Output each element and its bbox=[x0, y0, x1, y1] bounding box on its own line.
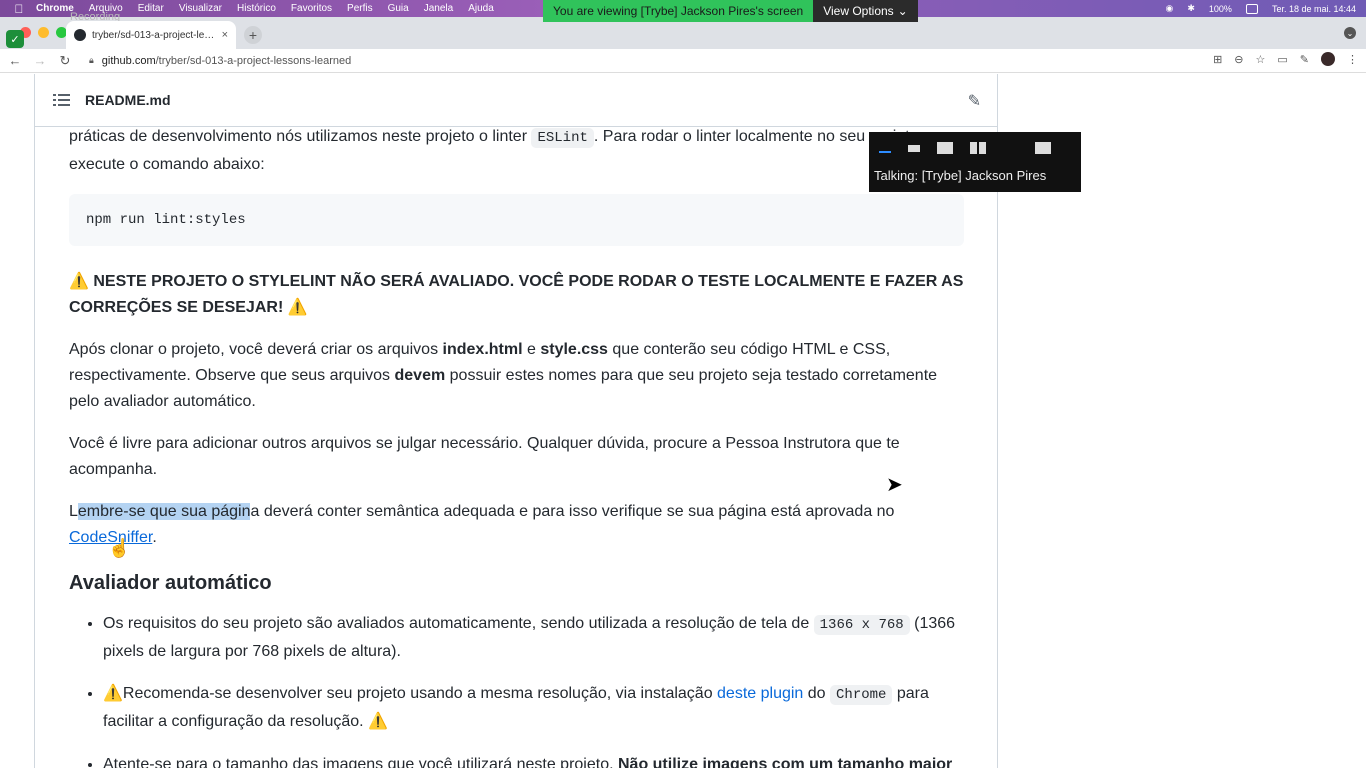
menu-visualizar[interactable]: Visualizar bbox=[179, 3, 222, 14]
forward-arrow-icon[interactable]: → bbox=[30, 51, 50, 71]
list-item: ⚠️Recomenda-se desenvolver seu projeto u… bbox=[103, 681, 964, 734]
menu-favoritos[interactable]: Favoritos bbox=[291, 3, 332, 14]
inline-code-eslint: ESLint bbox=[531, 128, 594, 148]
apple-icon[interactable]:  bbox=[12, 2, 26, 16]
readme-header: README.md ✎ bbox=[35, 74, 997, 127]
view-options-label: View Options bbox=[823, 4, 894, 18]
address-bar: ← → ↻ 🔒︎ github.com/tryber/sd-013-a-proj… bbox=[0, 49, 1366, 73]
list-text: Recomenda-se desenvolver seu projeto usa… bbox=[122, 685, 718, 703]
reload-icon[interactable]: ↻ bbox=[55, 51, 75, 71]
browser-tab-active[interactable]: tryber/sd-013-a-project-lesso × bbox=[66, 21, 236, 49]
recording-shield-icon: ✓ bbox=[6, 30, 24, 48]
bold-index-html: index.html bbox=[442, 341, 523, 359]
back-arrow-icon[interactable]: ← bbox=[5, 51, 25, 71]
translate-icon[interactable]: ⊞ bbox=[1213, 53, 1222, 66]
tab-search-icon[interactable]: ⌄ bbox=[1344, 27, 1356, 39]
battery-icon[interactable] bbox=[1245, 3, 1258, 14]
paragraph-text: a deverá conter semântica adequada e par… bbox=[250, 503, 895, 521]
requirements-list: Os requisitos do seu projeto são avaliad… bbox=[69, 611, 964, 768]
battery-percent: 100% bbox=[1208, 3, 1232, 14]
menu-app-name[interactable]: Chrome bbox=[36, 3, 74, 14]
paragraph-text: L bbox=[69, 503, 78, 521]
warning-icon: ⚠️ bbox=[368, 712, 388, 730]
menu-historico[interactable]: Histórico bbox=[237, 3, 276, 14]
readme-filename: README.md bbox=[85, 92, 171, 108]
paragraph-text: e bbox=[522, 341, 541, 359]
url-path: /tryber/sd-013-a-project-lessons-learned bbox=[155, 54, 352, 67]
minimize-window-button[interactable] bbox=[38, 27, 49, 38]
share-banner-text: You are viewing [Trybe] Jackson Pires's … bbox=[543, 0, 814, 22]
warning-icon: ⚠️ bbox=[69, 273, 89, 291]
menu-janela[interactable]: Janela bbox=[424, 3, 453, 14]
warning-heading: ⚠️ NESTE PROJETO O STYLELINT NÃO SERÁ AV… bbox=[69, 269, 964, 320]
paragraph-text: Após clonar o projeto, você deverá criar… bbox=[69, 341, 443, 359]
list-item: Os requisitos do seu projeto são avaliad… bbox=[103, 611, 964, 664]
chevron-down-icon: ⌄ bbox=[897, 4, 908, 18]
pointer-cursor-icon: ➤ bbox=[886, 474, 903, 496]
inline-code-chrome: Chrome bbox=[830, 685, 893, 706]
list-text: Os requisitos do seu projeto são avaliad… bbox=[103, 615, 814, 633]
menu-ajuda[interactable]: Ajuda bbox=[468, 3, 494, 14]
wifi-icon[interactable]: ◉ bbox=[1166, 3, 1174, 14]
status-area: ◉ ✱ 100% Ter. 18 de mai. 14:44 bbox=[1166, 0, 1356, 17]
paragraph-files: Após clonar o projeto, você deverá criar… bbox=[69, 337, 964, 414]
github-icon bbox=[74, 29, 86, 41]
page-content: README.md ✎ práticas de desenvolvimento … bbox=[0, 74, 1366, 768]
paragraph-text: práticas de desenvolvimento nós utilizam… bbox=[69, 128, 532, 145]
zoom-icon[interactable]: ⊖ bbox=[1234, 53, 1243, 66]
url-field[interactable]: 🔒︎ github.com/tryber/sd-013-a-project-le… bbox=[89, 55, 351, 67]
talking-indicator: Talking: [Trybe] Jackson Pires bbox=[874, 168, 1047, 183]
url-domain: github.com bbox=[101, 54, 156, 67]
plugin-link[interactable]: deste plugin bbox=[717, 685, 803, 702]
bold-images-warning: Não utilize imagens com um tamanho maior bbox=[617, 755, 953, 768]
heading-avaliador: Avaliador automático bbox=[69, 571, 272, 594]
cast-icon[interactable]: ▭ bbox=[1277, 53, 1287, 66]
view-small-icon[interactable] bbox=[908, 144, 920, 152]
view-mode-switcher bbox=[869, 132, 1081, 164]
view-float-icon[interactable] bbox=[1035, 142, 1051, 154]
bold-devem: devem bbox=[394, 366, 446, 384]
lock-icon[interactable]: 🔒︎ bbox=[89, 55, 94, 66]
view-strip-icon[interactable] bbox=[879, 151, 891, 153]
hand-cursor-icon: ☝ bbox=[108, 538, 131, 558]
list-text: Atente-se para o tamanho das imagens que… bbox=[103, 755, 618, 768]
view-large-icon[interactable] bbox=[937, 142, 953, 154]
bookmark-star-icon[interactable]: ☆ bbox=[1256, 53, 1266, 66]
toolbar-icons: ⊞ ⊖ ☆ ▭ ✎ ⋮ bbox=[1213, 52, 1358, 66]
inline-code-resolution: 1366 x 768 bbox=[813, 615, 910, 636]
code-block[interactable]: npm run lint:styles bbox=[69, 194, 964, 247]
menu-guia[interactable]: Guia bbox=[388, 3, 409, 14]
window-controls bbox=[20, 27, 67, 38]
menu-perfis[interactable]: Perfis bbox=[347, 3, 373, 14]
warning-text: NESTE PROJETO O STYLELINT NÃO SERÁ AVALI… bbox=[69, 273, 964, 316]
edit-pencil-icon[interactable]: ✎ bbox=[968, 91, 981, 111]
screen-share-banner: You are viewing [Trybe] Jackson Pires's … bbox=[543, 0, 918, 22]
table-of-contents-icon[interactable] bbox=[53, 93, 71, 107]
list-item: Atente-se para o tamanho das imagens que… bbox=[103, 752, 964, 768]
paragraph-text: . bbox=[152, 528, 157, 546]
warning-icon: ⚠️ bbox=[103, 685, 123, 703]
view-options-button[interactable]: View Options ⌄ bbox=[813, 0, 918, 22]
video-call-overlay[interactable]: Talking: [Trybe] Jackson Pires bbox=[869, 132, 1081, 192]
extensions-icon[interactable]: ✎ bbox=[1300, 53, 1309, 66]
code-block-text: npm run lint:styles bbox=[86, 212, 246, 229]
more-menu-icon[interactable]: ⋮ bbox=[1347, 53, 1358, 66]
paragraph-free-files: Você é livre para adicionar outros arqui… bbox=[69, 435, 900, 478]
list-text: do bbox=[803, 685, 831, 703]
tab-title: tryber/sd-013-a-project-lesso bbox=[92, 29, 218, 41]
view-grid-icon[interactable] bbox=[970, 142, 986, 154]
clock[interactable]: Ter. 18 de mai. 14:44 bbox=[1272, 4, 1356, 14]
paragraph-semantics: Lembre-se que sua página deverá conter s… bbox=[69, 499, 964, 550]
menu-editar[interactable]: Editar bbox=[138, 3, 164, 14]
new-tab-button[interactable]: + bbox=[244, 26, 262, 44]
profile-avatar[interactable] bbox=[1321, 52, 1335, 66]
readme-body: práticas de desenvolvimento nós utilizam… bbox=[69, 124, 964, 768]
bold-style-css: style.css bbox=[540, 341, 608, 359]
paragraph-linter: práticas de desenvolvimento nós utilizam… bbox=[69, 124, 964, 177]
selected-text: embre-se que sua págin bbox=[77, 503, 251, 521]
warning-icon: ⚠️ bbox=[287, 298, 308, 316]
bluetooth-icon[interactable]: ✱ bbox=[1187, 3, 1195, 14]
tab-close-icon[interactable]: × bbox=[222, 29, 228, 41]
